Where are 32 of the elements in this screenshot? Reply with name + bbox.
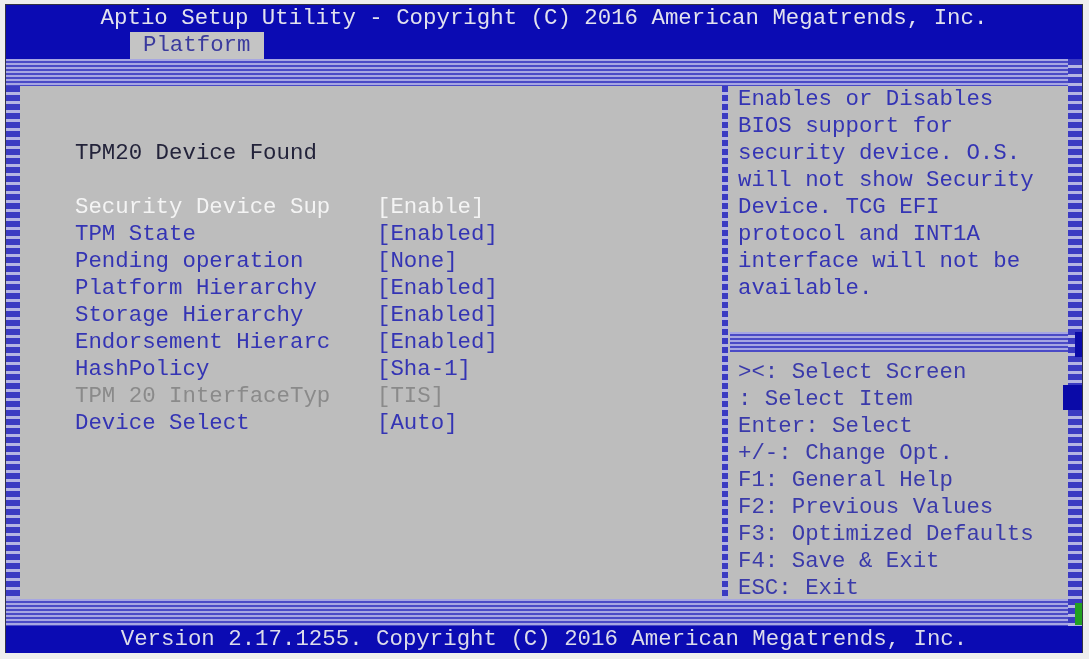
setting-label[interactable]: Pending operation — [75, 248, 377, 275]
menu-tab[interactable]: Platform — [130, 32, 264, 59]
version-text: Version 2.17.1255. Copyright (C) 2016 American Megatrends, Inc. — [120, 626, 968, 653]
key-hint: F3: Optimized Defaults — [738, 521, 1034, 548]
setting-label[interactable]: HashPolicy — [75, 356, 377, 383]
setting-value[interactable]: [Enabled] — [377, 302, 498, 329]
key-hint: : Select Item — [738, 386, 913, 413]
frame-corner — [1068, 59, 1082, 86]
window-title: Aptio Setup Utility - Copyright (C) 2016 American Megatrends, Inc. — [100, 5, 988, 32]
key-hint: +/-: Change Opt. — [738, 440, 953, 467]
device-status-text: TPM20 Device Found — [75, 140, 317, 167]
setting-value[interactable]: [Auto] — [377, 410, 458, 437]
setting-value[interactable]: [None] — [377, 248, 458, 275]
key-hint: F4: Save & Exit — [738, 548, 940, 575]
help-text: Enables or Disables BIOS support for security device. O.S. will not show Security Device. TCG EFI protocol and INT1A interface will not be available. — [738, 86, 1035, 302]
setting-label[interactable]: TPM State — [75, 221, 377, 248]
key-hint: Enter: Select — [738, 413, 913, 440]
key-hint: ESC: Exit — [738, 575, 859, 602]
setting-label[interactable]: Platform Hierarchy — [75, 275, 377, 302]
key-hint: F2: Previous Values — [738, 494, 994, 521]
status-block-icon — [1075, 603, 1082, 625]
setting-label[interactable]: Endorsement Hierarc — [75, 329, 377, 356]
setting-value[interactable]: [Enabled] — [377, 275, 498, 302]
setting-label[interactable]: Storage Hierarchy — [75, 302, 377, 329]
setting-value[interactable]: [Sha-1] — [377, 356, 472, 383]
setting-value[interactable]: [Enabled] — [377, 329, 498, 356]
setting-value[interactable]: [Enabled] — [377, 221, 498, 248]
key-hint: F1: General Help — [738, 467, 953, 494]
scroll-block-icon — [1075, 332, 1082, 357]
scroll-block-icon — [1063, 385, 1082, 410]
setting-label[interactable]: Device Select — [75, 410, 377, 437]
key-hint: ><: Select Screen — [738, 359, 967, 386]
